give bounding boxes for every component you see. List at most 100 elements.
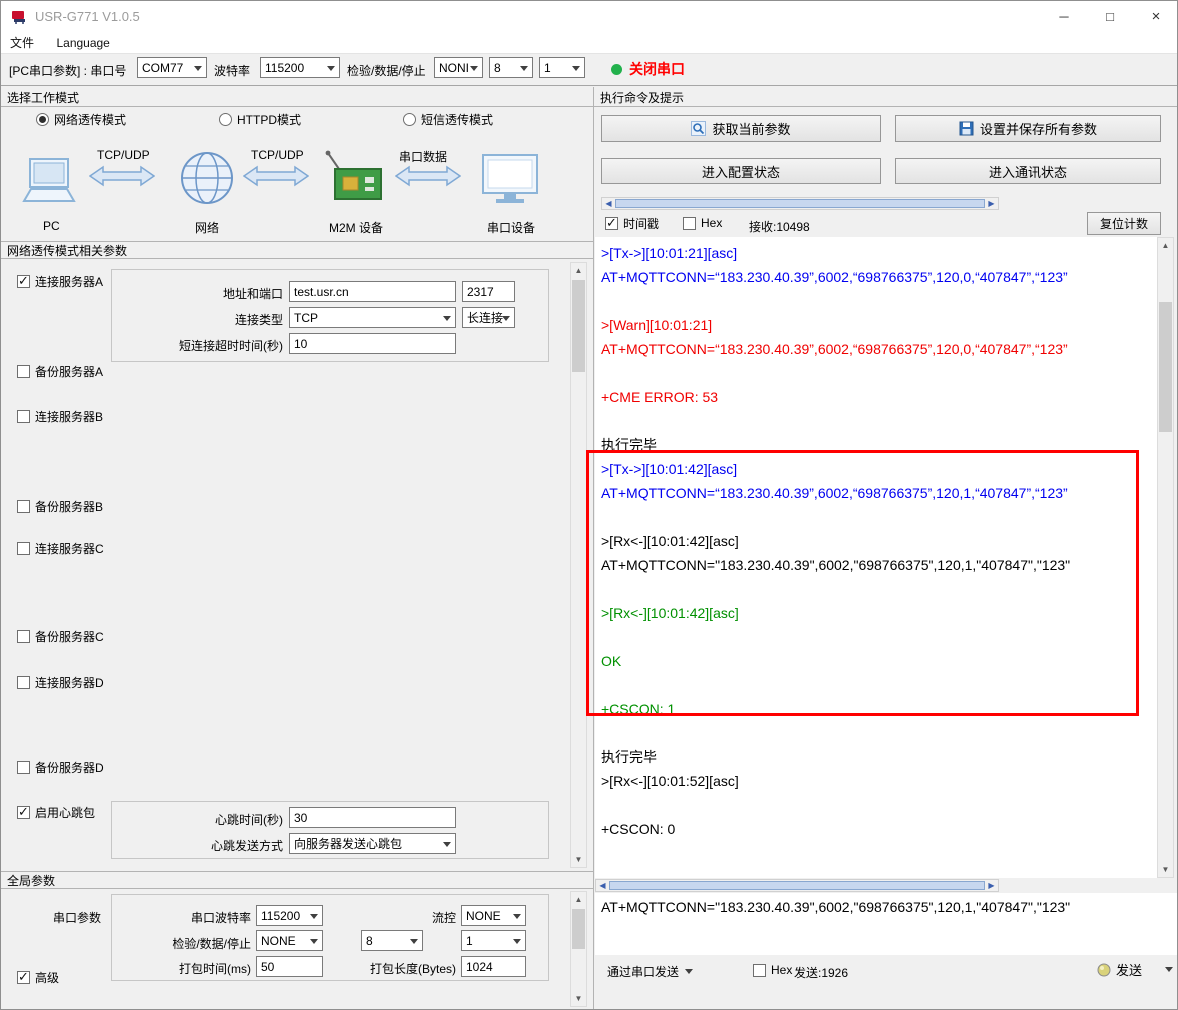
send-hscrollbar[interactable]: ◀ ▶ [595,879,999,892]
com-port-select[interactable]: COM77 [137,57,207,78]
flow-select[interactable]: NONE [461,905,526,926]
send-text-input[interactable]: AT+MQTTCONN="183.230.40.39",6002,"698766… [595,893,1178,955]
scrollbar-thumb[interactable] [615,199,985,208]
close-button[interactable]: × [1133,1,1178,31]
radio-httpd-mode[interactable]: HTTPD模式 [219,111,301,127]
serial-device-label: 串口设备 [487,219,535,236]
network-label: 网络 [195,219,219,236]
log-line: +CME ERROR: 53 [601,385,1157,409]
advanced-checkbox[interactable]: 高级 [17,969,59,985]
global-params-scrollbar[interactable]: ▲ ▼ [570,891,587,1007]
heartbeat-mode-select[interactable]: 向服务器发送心跳包 [289,833,456,854]
scroll-up-icon[interactable]: ▲ [1158,238,1173,253]
m2m-label: M2M 设备 [329,219,383,236]
log-scrollbar[interactable]: ▲ ▼ [1157,237,1174,878]
pack-len-input[interactable] [461,956,526,977]
send-button[interactable]: 发送 [1097,960,1173,979]
radio-icon [36,113,49,126]
log-line: OK [601,649,1157,673]
log-line: AT+MQTTCONN="183.230.40.39",6002,"698766… [601,553,1157,577]
pack-time-input[interactable] [256,956,323,977]
databits-select[interactable]: 8 [489,57,533,78]
log-line: +CSCON: 1 [601,697,1157,721]
backup-server-a-checkbox[interactable]: 备份服务器A [17,363,103,379]
conn-type-select[interactable]: TCP [289,307,456,328]
backup-server-d-checkbox[interactable]: 备份服务器D [17,759,104,775]
serial-device-monitor-icon [479,153,541,207]
send-mode-select[interactable]: 通过串口发送 [607,963,693,980]
get-params-button[interactable]: 获取当前参数 [601,115,881,142]
timestamp-checkbox[interactable]: 时间戳 [605,215,659,231]
menu-file[interactable]: 文件 [1,31,43,54]
backup-server-c-checkbox[interactable]: 备份服务器C [17,628,104,644]
log-line [601,361,1157,385]
server-a-port-input[interactable] [462,281,515,302]
log-line: >[Rx<-][10:01:42][asc] [601,601,1157,625]
stopbits-select[interactable]: 1 [539,57,585,78]
scroll-right-icon[interactable]: ▶ [985,880,998,891]
log-line [601,505,1157,529]
chevron-down-icon [685,969,693,978]
enable-heartbeat-checkbox[interactable]: 启用心跳包 [17,804,95,820]
scrollbar-thumb[interactable] [572,280,585,372]
close-port-button[interactable]: 关闭串口 [611,59,685,79]
enter-comm-button[interactable]: 进入通讯状态 [895,158,1161,184]
log-line [601,577,1157,601]
scroll-down-icon[interactable]: ▼ [571,991,586,1006]
server-a-address-input[interactable] [289,281,456,302]
scroll-up-icon[interactable]: ▲ [571,892,586,907]
global-baud-select[interactable]: 115200 [256,905,323,926]
net-params-scrollbar[interactable]: ▲ ▼ [570,262,587,868]
title-bar: USR-G771 V1.0.5 ─ □ × [1,1,1177,31]
checkbox-icon [17,365,30,378]
radio-sms-transparent-mode[interactable]: 短信透传模式 [403,111,493,127]
enter-config-button[interactable]: 进入配置状态 [601,158,881,184]
global-baud-label: 串口波特率 [151,909,251,926]
checkbox-icon [17,971,30,984]
scroll-left-icon[interactable]: ◀ [596,880,609,891]
maximize-button[interactable]: □ [1087,1,1133,31]
checkbox-icon [17,630,30,643]
reset-count-button[interactable]: 复位计数 [1087,212,1161,235]
hex-recv-checkbox[interactable]: Hex [683,215,722,231]
global-databits-select[interactable]: 8 [361,930,423,951]
hex-send-checkbox[interactable]: Hex [753,962,792,978]
scrollbar-thumb[interactable] [1159,302,1172,432]
pc-serial-label: [PC串口参数] : 串口号 [9,62,126,79]
connect-server-d-checkbox[interactable]: 连接服务器D [17,674,104,690]
menu-language[interactable]: Language [47,33,118,53]
pack-time-label: 打包时间(ms) [151,960,251,977]
checkbox-icon [17,676,30,689]
backup-server-b-checkbox[interactable]: 备份服务器B [17,498,103,514]
parity-select[interactable]: NONI [434,57,483,78]
command-hscrollbar[interactable]: ◀ ▶ [601,197,999,210]
log-line [601,721,1157,745]
connect-server-c-checkbox[interactable]: 连接服务器C [17,540,104,556]
global-parity-select[interactable]: NONE [256,930,323,951]
heartbeat-time-input[interactable] [289,807,456,828]
scroll-down-icon[interactable]: ▼ [1158,862,1173,877]
minimize-button[interactable]: ─ [1041,1,1087,31]
save-floppy-icon [959,121,974,136]
connect-server-a-checkbox[interactable]: 连接服务器A [17,273,103,289]
scrollbar-thumb[interactable] [609,881,985,890]
scroll-left-icon[interactable]: ◀ [602,198,615,209]
short-conn-timeout-input[interactable] [289,333,456,354]
scroll-up-icon[interactable]: ▲ [571,263,586,278]
global-stopbits-select[interactable]: 1 [461,930,526,951]
scroll-down-icon[interactable]: ▼ [571,852,586,867]
save-params-button[interactable]: 设置并保存所有参数 [895,115,1161,142]
keepalive-select[interactable]: 长连接 [462,307,515,328]
connect-server-b-checkbox[interactable]: 连接服务器B [17,408,103,424]
checkbox-icon [17,275,30,288]
baud-select[interactable]: 115200 [260,57,340,78]
checkbox-icon [605,217,618,230]
log-area[interactable]: >[Tx->][10:01:21][asc]AT+MQTTCONN=“183.2… [595,237,1157,878]
radio-net-transparent-mode[interactable]: 网络透传模式 [36,111,126,127]
arrow-bidirectional-icon [89,165,155,187]
scrollbar-thumb[interactable] [572,909,585,949]
scroll-right-icon[interactable]: ▶ [985,198,998,209]
serial-params-label: 串口参数 [53,909,101,926]
checkbox-icon [753,964,766,977]
checkbox-icon [17,542,30,555]
